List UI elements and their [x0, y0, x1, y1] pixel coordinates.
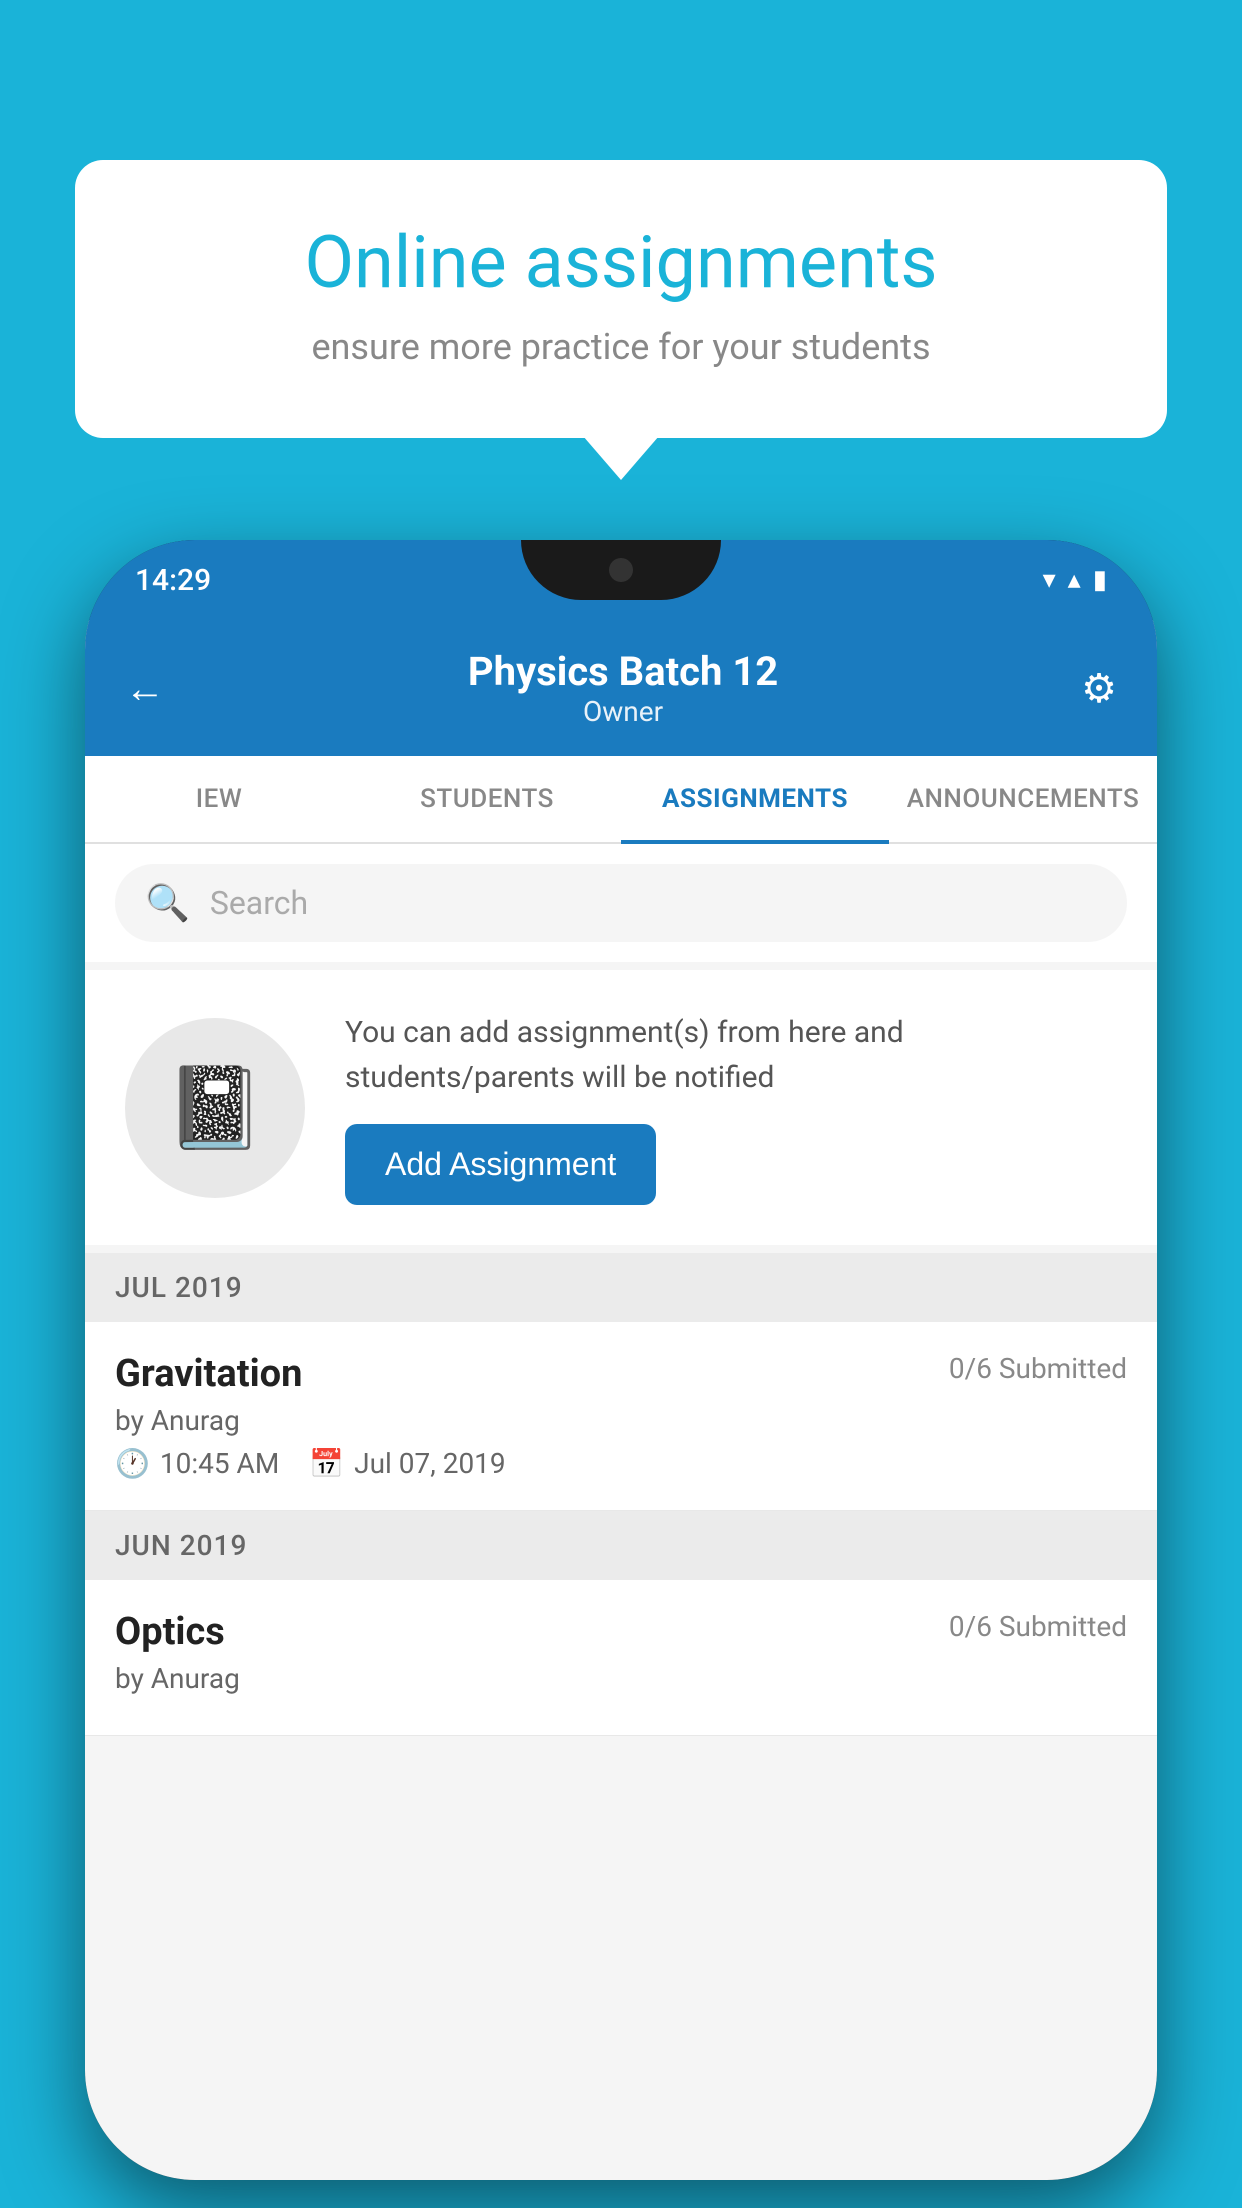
- assignment-submitted-optics: 0/6 Submitted: [949, 1610, 1127, 1643]
- tab-students[interactable]: STUDENTS: [353, 756, 621, 842]
- promo-card: 📓 You can add assignment(s) from here an…: [85, 970, 1157, 1245]
- assignment-item-gravitation[interactable]: Gravitation 0/6 Submitted by Anurag 🕐 10…: [85, 1322, 1157, 1511]
- notebook-icon: 📓: [165, 1061, 265, 1155]
- assignment-top-row-optics: Optics 0/6 Submitted: [115, 1610, 1127, 1654]
- front-camera: [609, 558, 633, 582]
- tab-assignments[interactable]: ASSIGNMENTS: [621, 756, 889, 842]
- phone-notch: [521, 540, 721, 600]
- assignment-item-optics[interactable]: Optics 0/6 Submitted by Anurag: [85, 1580, 1157, 1736]
- assignment-name: Gravitation: [115, 1352, 302, 1396]
- status-icons: ▾ ▴ ▮: [1043, 565, 1107, 595]
- signal-icon: ▴: [1068, 565, 1081, 595]
- assignment-submitted: 0/6 Submitted: [949, 1352, 1127, 1385]
- assignment-meta: 🕐 10:45 AM 📅 Jul 07, 2019: [115, 1447, 1127, 1480]
- promo-text-area: You can add assignment(s) from here and …: [345, 1010, 1117, 1205]
- section-header-jul: JUL 2019: [85, 1253, 1157, 1322]
- assignment-top-row: Gravitation 0/6 Submitted: [115, 1352, 1127, 1396]
- speech-bubble: Online assignments ensure more practice …: [75, 160, 1167, 438]
- assignment-date: 📅 Jul 07, 2019: [309, 1447, 505, 1480]
- tab-announcements[interactable]: ANNOUNCEMENTS: [889, 756, 1157, 842]
- bubble-title: Online assignments: [145, 220, 1097, 306]
- settings-button[interactable]: ⚙: [1081, 665, 1117, 712]
- back-button[interactable]: ←: [125, 665, 165, 712]
- speech-bubble-container: Online assignments ensure more practice …: [75, 160, 1167, 438]
- batch-subtitle: Owner: [468, 695, 778, 728]
- promo-icon-circle: 📓: [125, 1018, 305, 1198]
- status-bar: 14:29 ▾ ▴ ▮: [85, 540, 1157, 620]
- search-container: 🔍 Search: [85, 844, 1157, 962]
- search-icon: 🔍: [145, 882, 190, 924]
- assignment-time: 🕐 10:45 AM: [115, 1447, 279, 1480]
- phone-screen: ← Physics Batch 12 Owner ⚙ IEW STUDENTS …: [85, 620, 1157, 2180]
- assignment-name-optics: Optics: [115, 1610, 225, 1654]
- tabs-bar: IEW STUDENTS ASSIGNMENTS ANNOUNCEMENTS: [85, 756, 1157, 844]
- assignment-by-optics: by Anurag: [115, 1662, 1127, 1695]
- tab-iew[interactable]: IEW: [85, 756, 353, 842]
- bubble-subtitle: ensure more practice for your students: [145, 326, 1097, 368]
- battery-icon: ▮: [1093, 565, 1107, 595]
- clock-icon: 🕐: [115, 1447, 150, 1480]
- phone-frame: 14:29 ▾ ▴ ▮ ← Physics Batch 12 Owner ⚙ I…: [85, 540, 1157, 2180]
- promo-description: You can add assignment(s) from here and …: [345, 1010, 1117, 1100]
- batch-title: Physics Batch 12: [468, 648, 778, 695]
- wifi-icon: ▾: [1043, 565, 1056, 595]
- calendar-icon: 📅: [309, 1447, 344, 1480]
- section-header-jun: JUN 2019: [85, 1511, 1157, 1580]
- search-bar[interactable]: 🔍 Search: [115, 864, 1127, 942]
- header-title-area: Physics Batch 12 Owner: [468, 648, 778, 728]
- add-assignment-button[interactable]: Add Assignment: [345, 1124, 656, 1205]
- assignment-by: by Anurag: [115, 1404, 1127, 1437]
- app-header: ← Physics Batch 12 Owner ⚙: [85, 620, 1157, 756]
- search-placeholder: Search: [210, 884, 308, 922]
- status-time: 14:29: [135, 563, 211, 598]
